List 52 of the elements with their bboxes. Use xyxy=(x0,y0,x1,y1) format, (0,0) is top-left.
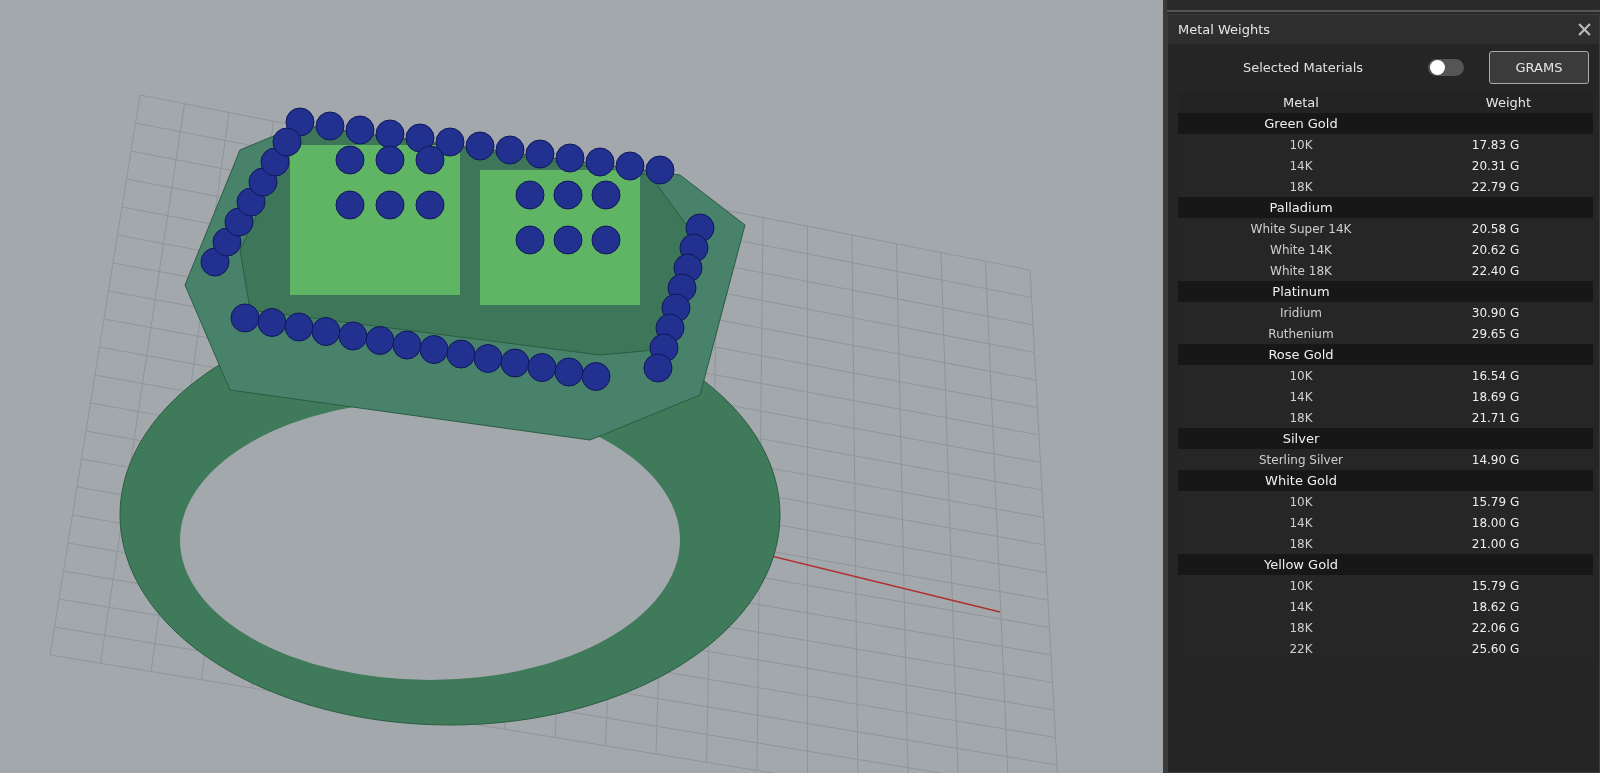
panel-title: Metal Weights xyxy=(1178,22,1271,37)
table-cell-text: 14K xyxy=(1288,388,1314,406)
column-header: Weight xyxy=(1484,94,1533,112)
table-cell-text: 21.00 G xyxy=(1470,535,1521,553)
table-cell-text: 14K xyxy=(1288,598,1314,616)
table-cell-text: White 18K xyxy=(1269,262,1333,280)
table-cell-text: 17.83 G xyxy=(1470,136,1521,154)
table-cell-text: 10K xyxy=(1288,136,1314,154)
table-cell-text: 25.60 G xyxy=(1470,640,1521,658)
selected-materials-label: Selected Materials xyxy=(1241,59,1365,75)
table-cell-text: Iridium xyxy=(1278,304,1324,322)
table-cell-text: 18K xyxy=(1288,619,1314,637)
table-cell-text: Ruthenium xyxy=(1267,325,1335,343)
table-cell-text: 10K xyxy=(1288,577,1314,595)
table-cell-text: 22K xyxy=(1288,640,1314,658)
table-cell-text: 20.58 G xyxy=(1470,220,1521,238)
table-cell-text: 21.71 G xyxy=(1470,409,1521,427)
table-cell-text: 30.90 G xyxy=(1470,304,1521,322)
table-cell-text: 18.62 G xyxy=(1470,598,1521,616)
table-cell-text: 18K xyxy=(1288,535,1314,553)
table-cell-text: 29.65 G xyxy=(1470,325,1521,343)
selected-materials-toggle[interactable] xyxy=(1428,58,1464,76)
table-cell-text: 22.79 G xyxy=(1470,178,1521,196)
group-name: Silver xyxy=(1281,430,1321,448)
close-icon[interactable] xyxy=(1578,23,1591,36)
table-cell-text: White 14K xyxy=(1269,241,1333,259)
group-name: Yellow Gold xyxy=(1262,556,1339,574)
table-cell-text: 20.31 G xyxy=(1470,157,1521,175)
table-cell-text: 18K xyxy=(1288,409,1314,427)
table-cell-text: 18.00 G xyxy=(1470,514,1521,532)
group-name: White Gold xyxy=(1264,472,1338,490)
table-cell-text: White Super 14K xyxy=(1249,220,1353,238)
table-cell-text: Sterling Silver xyxy=(1257,451,1344,469)
table-cell-text: 14K xyxy=(1288,157,1314,175)
table-cell-text: 10K xyxy=(1288,367,1314,385)
group-name: Rose Gold xyxy=(1267,346,1335,364)
table-cell-text: 15.79 G xyxy=(1470,577,1521,595)
table-cell-text: 22.40 G xyxy=(1470,262,1521,280)
column-header: Metal xyxy=(1282,94,1320,112)
table-cell-text: 14K xyxy=(1288,514,1314,532)
group-name: Palladium xyxy=(1268,199,1334,217)
group-name: Green Gold xyxy=(1263,115,1339,133)
table-cell-text: 14.90 G xyxy=(1470,451,1521,469)
grams-button[interactable]: GRAMS xyxy=(1489,50,1589,84)
table-cell-text: 18K xyxy=(1288,178,1314,196)
table-cell-text: 15.79 G xyxy=(1470,493,1521,511)
table-cell-text: 16.54 G xyxy=(1470,367,1521,385)
table-cell-text: 18.69 G xyxy=(1470,388,1521,406)
table-cell-text: 22.06 G xyxy=(1470,619,1521,637)
table-cell-text: 10K xyxy=(1288,493,1314,511)
group-name: Platinum xyxy=(1271,283,1331,301)
table-cell-text: 20.62 G xyxy=(1470,241,1521,259)
